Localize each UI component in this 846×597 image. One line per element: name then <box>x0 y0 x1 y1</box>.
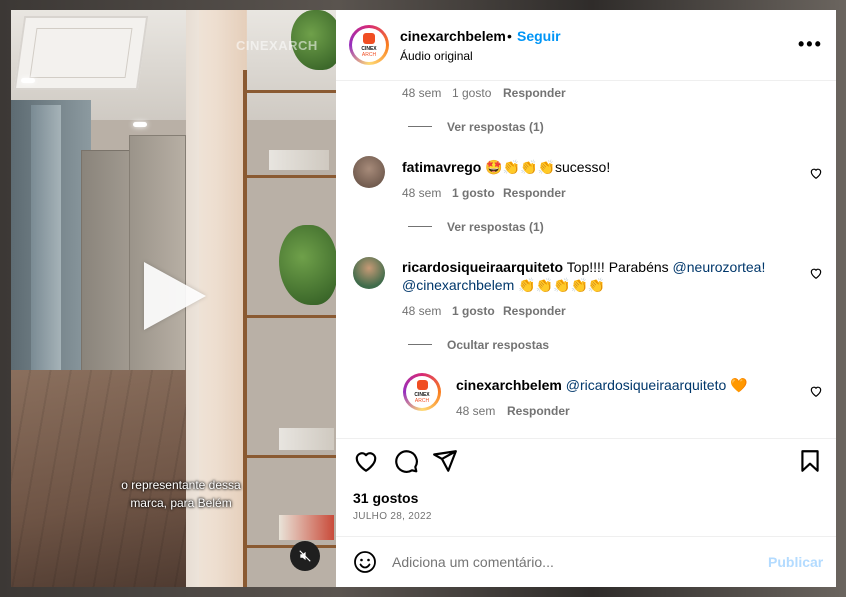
mention-link[interactable]: @neurozortea! <box>673 259 766 275</box>
video-shelf <box>247 90 336 93</box>
follow-button[interactable]: Seguir <box>517 28 561 44</box>
reply-divider <box>408 226 432 227</box>
comment-body: Top!!!! Parabéns <box>566 259 673 275</box>
video-light <box>21 78 35 83</box>
comments-list[interactable]: 48 sem 1 gosto Responder Ver respostas (… <box>336 81 836 436</box>
comment-time: 48 sem <box>402 304 442 318</box>
view-replies-button[interactable]: Ver respostas (1) <box>447 120 544 134</box>
comment-body: 🤩👏👏👏sucesso! <box>485 159 611 175</box>
post-username[interactable]: cinexarchbelem <box>400 28 506 44</box>
video-shelf <box>247 315 336 318</box>
comment-username[interactable]: cinexarchbelem <box>456 377 562 393</box>
caption-line: o representante dessa <box>121 478 241 492</box>
comment-meta: 48 sem <box>402 86 441 100</box>
avatar[interactable]: CINEX ARCH <box>403 373 441 411</box>
caption-line: marca, para Belém <box>130 496 232 510</box>
reply-button[interactable]: Responder <box>503 86 566 100</box>
view-replies-button[interactable]: Ver respostas (1) <box>447 220 544 234</box>
mute-button[interactable] <box>290 541 320 571</box>
comment-likes[interactable]: 1 gosto <box>452 86 491 100</box>
reply-button[interactable]: Responder <box>503 186 566 200</box>
post-modal: CINEXARCH o representante dessa marca, p… <box>11 10 836 587</box>
like-comment-icon[interactable] <box>809 266 823 280</box>
reply-button[interactable]: Responder <box>507 404 570 418</box>
more-options-button[interactable]: ••• <box>798 34 823 55</box>
play-icon[interactable] <box>144 262 206 330</box>
video-books <box>279 428 334 450</box>
post-header: CINEX ARCH cinexarchbelem • Seguir Áudio… <box>336 10 836 81</box>
comment-input[interactable] <box>392 554 732 570</box>
comment-username[interactable]: fatimavrego <box>402 159 481 175</box>
bookmark-icon[interactable] <box>797 448 823 474</box>
video-watermark: CINEXARCH <box>236 38 318 53</box>
logo-text: ARCH <box>361 51 377 58</box>
video-shelf <box>247 175 336 178</box>
logo-mark <box>363 32 375 44</box>
avatar[interactable]: CINEX ARCH <box>349 25 389 65</box>
likes-count[interactable]: 31 gostos <box>353 490 418 506</box>
comment-icon[interactable] <box>393 448 419 474</box>
reply-divider <box>408 126 432 127</box>
comment-time: 48 sem <box>456 404 496 418</box>
video-light <box>133 122 147 127</box>
video-player[interactable]: CINEXARCH o representante dessa marca, p… <box>11 10 336 587</box>
video-caption: o representante dessa marca, para Belém <box>81 476 281 512</box>
avatar[interactable] <box>353 257 385 289</box>
video-books <box>279 515 334 540</box>
like-comment-icon[interactable] <box>809 384 823 398</box>
audio-label[interactable]: Áudio original <box>400 49 473 63</box>
mention-link[interactable]: @cinexarchbelem <box>402 277 514 293</box>
emoji-icon[interactable] <box>353 550 377 574</box>
comment-body: 👏👏👏👏👏 <box>514 277 606 293</box>
separator-dot: • <box>507 28 512 44</box>
comment-text: ricardosiqueiraarquiteto Top!!!! Parabén… <box>402 258 797 294</box>
video-glass-panel <box>31 105 61 395</box>
comment-body: 🧡 <box>726 377 748 393</box>
publish-button[interactable]: Publicar <box>768 554 823 570</box>
add-comment-bar: Publicar <box>336 536 836 587</box>
mention-link[interactable]: @ricardosiqueiraarquiteto <box>566 377 727 393</box>
video-shelf <box>247 455 336 458</box>
comment-likes[interactable]: 1 gosto <box>452 304 495 318</box>
muted-speaker-icon <box>299 550 311 562</box>
like-comment-icon[interactable] <box>809 166 823 180</box>
logo-text: ARCH <box>414 398 430 404</box>
comment-text: fatimavrego 🤩👏👏👏sucesso! <box>402 158 792 176</box>
reply-button[interactable]: Responder <box>503 304 566 318</box>
avatar-inner: CINEX ARCH <box>352 28 386 62</box>
share-icon[interactable] <box>432 448 458 474</box>
comment-likes[interactable]: 1 gosto <box>452 186 495 200</box>
comment-time: 48 sem <box>402 86 442 100</box>
post-sidebar: CINEX ARCH cinexarchbelem • Seguir Áudio… <box>336 10 836 587</box>
comment-time: 48 sem <box>402 186 442 200</box>
avatar[interactable] <box>353 156 385 188</box>
logo-mark <box>416 380 428 390</box>
avatar-inner: CINEX ARCH <box>406 376 438 408</box>
post-date: JULHO 28, 2022 <box>353 511 432 522</box>
hide-replies-button[interactable]: Ocultar respostas <box>447 338 549 352</box>
heart-icon[interactable] <box>353 448 379 474</box>
comment-text: cinexarchbelem @ricardosiqueiraarquiteto… <box>456 376 796 394</box>
comment-username[interactable]: ricardosiqueiraarquiteto <box>402 259 563 275</box>
reply-divider <box>408 344 432 345</box>
video-books <box>269 150 329 170</box>
